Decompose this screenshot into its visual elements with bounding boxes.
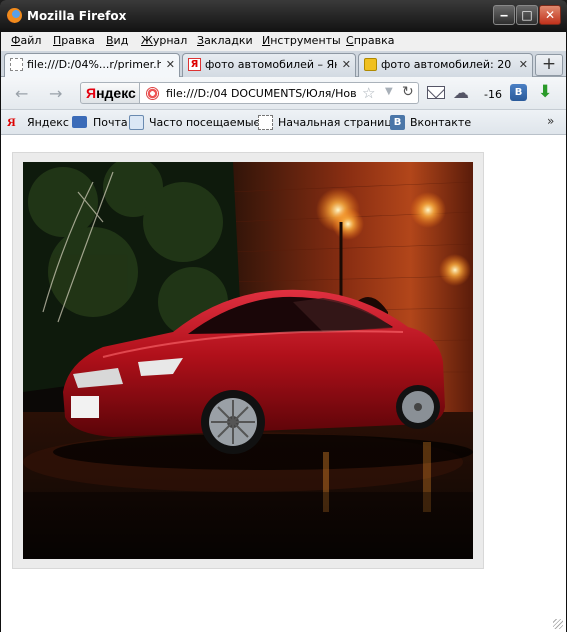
bookmark-yandex[interactable]: Яндекс <box>27 116 69 129</box>
bookmarks-toolbar: Я Яндекс Почта Часто посещаемые Начальна… <box>1 110 566 135</box>
minimize-button[interactable]: ‒ <box>493 5 515 25</box>
tab-primer[interactable]: file:///D:/04%...r/primer.html ✕ <box>4 53 180 78</box>
site-identity-icon[interactable] <box>146 87 159 100</box>
bookmark-star-icon[interactable]: ☆ <box>362 84 375 102</box>
menu-edit[interactable]: Правка <box>53 34 95 47</box>
menu-help[interactable]: Справка <box>346 34 394 47</box>
bookmark-vkontakte[interactable]: Вконтакте <box>410 116 471 129</box>
forward-button[interactable]: → <box>49 84 62 103</box>
tab-yandex-images[interactable]: Я фото автомобилей – Янд... ✕ <box>182 53 356 77</box>
bookmark-mail[interactable]: Почта <box>93 116 128 129</box>
car-photo-illustration <box>23 162 473 559</box>
menu-file[interactable]: Файл <box>11 34 41 47</box>
page-content <box>1 135 566 632</box>
bookmark-start-page[interactable]: Начальная страница <box>278 116 399 129</box>
search-icon <box>129 115 144 130</box>
resize-grip[interactable] <box>553 619 563 629</box>
maximize-button[interactable]: □ <box>516 5 538 25</box>
tab-close-button[interactable]: ✕ <box>342 54 351 76</box>
new-tab-button[interactable]: + <box>535 54 563 76</box>
yandex-icon: Я <box>7 115 16 129</box>
tab-label: фото автомобилей: 20 м... <box>381 58 514 71</box>
extension-icon[interactable]: B <box>510 84 527 101</box>
vk-icon: В <box>390 115 405 130</box>
bookmark-most-visited[interactable]: Часто посещаемые <box>149 116 260 129</box>
yandex-search-button[interactable]: Яндекс <box>80 82 140 104</box>
address-bar[interactable]: file:///D:/04 DOCUMENTS/Юля/Новая папка/… <box>140 82 419 104</box>
menu-history[interactable]: Журнал <box>141 34 187 47</box>
yandex-icon: Я <box>188 58 201 71</box>
image-frame <box>12 152 484 569</box>
mail-icon[interactable] <box>427 86 445 99</box>
title-bar: Mozilla Firefox ‒ □ ✕ <box>0 0 567 32</box>
tab-label: file:///D:/04%...r/primer.html <box>27 58 161 71</box>
tab-close-button[interactable]: ✕ <box>519 54 528 76</box>
tab-label: фото автомобилей – Янд... <box>205 58 337 71</box>
url-history-dropdown-icon[interactable]: ▼ <box>385 86 393 97</box>
browser-window: Mozilla Firefox ‒ □ ✕ Файл Правка Вид Жу… <box>0 0 567 632</box>
menu-bookmarks[interactable]: Закладки <box>197 34 253 47</box>
menu-view[interactable]: Вид <box>106 34 128 47</box>
page-icon <box>10 58 23 71</box>
menu-tools[interactable]: Инструменты <box>262 34 341 47</box>
bookmarks-overflow-button[interactable]: » <box>547 114 554 128</box>
tab-car-photos[interactable]: фото автомобилей: 20 м... ✕ <box>358 53 533 77</box>
firefox-logo-icon <box>7 8 22 23</box>
weather-temperature[interactable]: -16 <box>484 88 502 101</box>
close-window-button[interactable]: ✕ <box>539 5 561 25</box>
weather-icon[interactable]: ☁ <box>453 83 469 102</box>
url-text[interactable]: file:///D:/04 DOCUMENTS/Юля/Новая папка/… <box>166 87 356 100</box>
gallery-icon <box>364 58 377 71</box>
car-photo <box>23 162 473 559</box>
tab-close-button[interactable]: ✕ <box>166 54 175 76</box>
download-icon[interactable]: ⬇ <box>538 82 552 102</box>
reload-icon[interactable]: ↻ <box>402 84 414 100</box>
page-icon <box>258 115 273 130</box>
tab-strip: file:///D:/04%...r/primer.html ✕ Я фото … <box>1 51 566 78</box>
nav-bar: ← → Яндекс file:///D:/04 DOCUMENTS/Юля/Н… <box>1 77 566 110</box>
window-title: Mozilla Firefox <box>27 9 127 23</box>
mail-icon <box>72 116 87 128</box>
menu-bar: Файл Правка Вид Журнал Закладки Инструме… <box>1 32 566 51</box>
back-button[interactable]: ← <box>15 84 28 103</box>
